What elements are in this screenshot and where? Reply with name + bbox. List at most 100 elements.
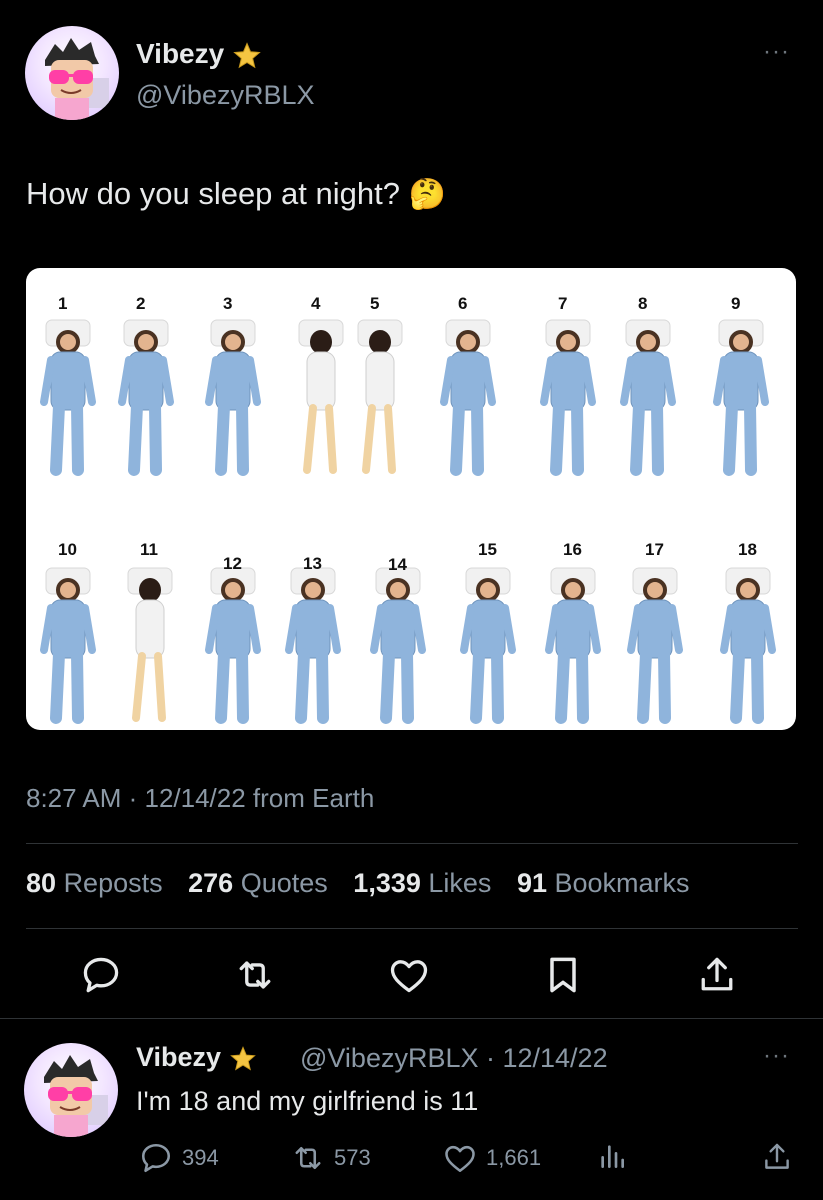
- reply-replies-button[interactable]: 394: [138, 1140, 219, 1176]
- position-number-label: 15: [478, 540, 497, 559]
- position-number-label: 7: [558, 294, 568, 313]
- repost-icon: [295, 1146, 321, 1170]
- star-badge-icon: [229, 1046, 256, 1071]
- divider: [26, 843, 798, 844]
- position-number-label: 18: [738, 540, 757, 559]
- sleeper-head: [56, 330, 80, 354]
- author-name[interactable]: Vibezy: [136, 38, 262, 71]
- position-number-label: 4: [311, 294, 321, 313]
- reply-author-name[interactable]: Vibezy: [136, 1042, 257, 1073]
- reply-reposts-button[interactable]: 573: [290, 1140, 371, 1176]
- sleeper-legs: [50, 400, 84, 476]
- position-number-label: 5: [370, 294, 380, 313]
- sleeper-legs: [215, 648, 249, 724]
- sleeper-head: [56, 578, 80, 602]
- sleeper-legs: [303, 404, 337, 474]
- sleeper-head: [221, 330, 245, 354]
- sleeper-head: [561, 578, 585, 602]
- like-icon: [390, 960, 428, 993]
- reply-likes-button[interactable]: 1,661: [442, 1140, 541, 1176]
- sleeper-legs: [550, 400, 584, 476]
- reply-views-button[interactable]: [596, 1140, 628, 1172]
- share-icon: [765, 1143, 789, 1169]
- sleeper-legs: [450, 400, 484, 476]
- sleeper-head: [556, 330, 580, 354]
- position-number-label: 6: [458, 294, 468, 313]
- engagement-stats: 80 Reposts 276 Quotes 1,339 Likes 91 Boo…: [26, 868, 690, 899]
- position-number-label: 2: [136, 294, 146, 313]
- sleeper-legs: [50, 648, 84, 724]
- reply-meta[interactable]: @VibezyRBLX · 12/14/22: [300, 1043, 608, 1074]
- sleeper-head: [476, 578, 500, 602]
- share-button[interactable]: [695, 953, 739, 997]
- roblox-avatar-icon: [45, 38, 109, 120]
- position-number-label: 17: [645, 540, 664, 559]
- sleeper-legs: [362, 404, 396, 474]
- more-icon[interactable]: ···: [763, 38, 790, 66]
- position-number-label: 12: [223, 554, 242, 573]
- sleeper-legs: [215, 400, 249, 476]
- reply-text: I'm 18 and my girlfriend is 11: [136, 1086, 479, 1116]
- reposts-stat[interactable]: 80 Reposts: [26, 868, 163, 898]
- position-number-label: 14: [388, 555, 407, 574]
- reply-share-button[interactable]: [760, 1140, 794, 1174]
- sleeper-head: [386, 578, 410, 602]
- sleeper-legs: [555, 648, 589, 724]
- divider: [26, 928, 798, 929]
- position-number-label: 10: [58, 540, 77, 559]
- sleeper-legs: [723, 400, 757, 476]
- sleeper-head: [456, 330, 480, 354]
- author-avatar[interactable]: [25, 26, 119, 120]
- roblox-avatar-icon: [44, 1055, 108, 1137]
- sleeper-hair: [369, 330, 391, 354]
- likes-stat[interactable]: 1,339 Likes: [353, 868, 491, 898]
- sleeper-legs: [128, 400, 162, 476]
- sleeper-hair: [310, 330, 332, 354]
- repost-button[interactable]: [233, 953, 277, 997]
- bookmark-button[interactable]: [541, 953, 585, 997]
- tweet-timestamp[interactable]: 8:27 AM · 12/14/22 from Earth: [26, 783, 374, 814]
- divider: [0, 1018, 823, 1019]
- sleeper-legs: [380, 648, 414, 724]
- position-number-label: 3: [223, 294, 233, 313]
- sleeper-nightgown: [365, 351, 395, 411]
- reply-author-avatar[interactable]: [24, 1043, 118, 1137]
- sleeper-nightgown: [306, 351, 336, 411]
- position-number-label: 9: [731, 294, 741, 313]
- sleeper-head: [301, 578, 325, 602]
- sleeper-head: [636, 330, 660, 354]
- reply-icon: [83, 957, 119, 993]
- sleeper-head: [134, 330, 158, 354]
- reply-button[interactable]: [79, 953, 123, 997]
- position-number-label: 13: [303, 554, 322, 573]
- tweet-image[interactable]: 1 2 3 4 5 6 7 8 9 10 11 12 13 14 15 16 17 18: [26, 268, 796, 730]
- quotes-stat[interactable]: 276 Quotes: [188, 868, 328, 898]
- sleeper-nightgown: [135, 599, 165, 659]
- star-badge-icon: [233, 41, 261, 68]
- sleeper-legs: [132, 652, 166, 722]
- bookmark-icon: [550, 957, 576, 993]
- thinking-emoji: 🤔: [408, 178, 446, 211]
- position-number-label: 8: [638, 294, 648, 313]
- repost-icon: [239, 961, 271, 989]
- tweet-text: How do you sleep at night? 🤔: [26, 176, 446, 211]
- like-icon: [445, 1145, 475, 1173]
- position-number-label: 1: [58, 294, 68, 313]
- sleeper-legs: [470, 648, 504, 724]
- like-button[interactable]: [387, 953, 431, 997]
- position-number-label: 11: [140, 540, 158, 559]
- bookmarks-stat[interactable]: 91 Bookmarks: [517, 868, 690, 898]
- sleeper-head: [729, 330, 753, 354]
- reply-icon: [141, 1143, 171, 1173]
- sleeper-head: [643, 578, 667, 602]
- sleeper-legs: [630, 400, 664, 476]
- sleeper-legs: [730, 648, 764, 724]
- sleeper-head: [736, 578, 760, 602]
- position-number-label: 16: [563, 540, 582, 559]
- sleeping-positions-illustration: [40, 319, 776, 724]
- author-handle[interactable]: @VibezyRBLX: [136, 80, 315, 111]
- views-icon: [601, 1145, 624, 1168]
- sleeper-legs: [295, 648, 329, 724]
- reply-more-icon[interactable]: ···: [763, 1042, 790, 1070]
- share-icon: [701, 957, 733, 991]
